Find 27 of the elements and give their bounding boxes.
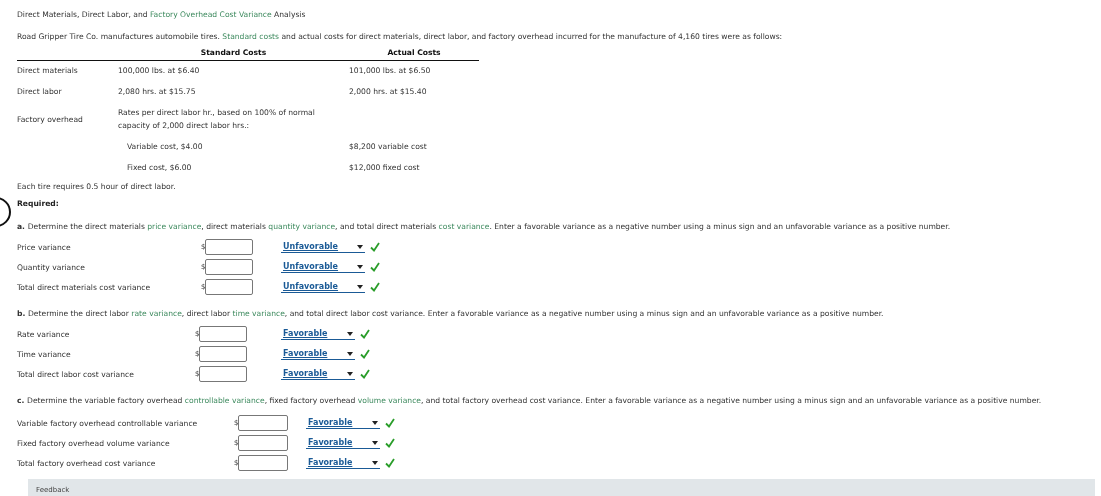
caret-icon	[347, 371, 353, 376]
answer-field[interactable]	[199, 346, 247, 362]
caret-icon	[347, 331, 353, 336]
caret-icon	[372, 440, 378, 445]
caret-icon	[357, 284, 363, 289]
caret-icon	[372, 420, 378, 425]
answer-field[interactable]	[205, 279, 253, 295]
variance-dropdown[interactable]: Favorable	[281, 348, 355, 360]
variance-dropdown[interactable]: Favorable	[306, 437, 380, 449]
answer-field[interactable]	[238, 455, 288, 471]
variance-dropdown[interactable]: Unfavorable	[281, 281, 365, 293]
variance-dropdown[interactable]: Unfavorable	[281, 261, 365, 273]
answer-field[interactable]	[205, 239, 253, 255]
variance-dropdown[interactable]: Favorable	[281, 328, 355, 340]
caret-icon	[347, 351, 353, 356]
variance-dropdown[interactable]: Favorable	[306, 417, 380, 429]
answer-field[interactable]	[199, 326, 247, 342]
caret-icon	[372, 460, 378, 465]
variance-dropdown[interactable]: Unfavorable	[281, 241, 365, 253]
caret-icon	[357, 244, 363, 249]
answer-field[interactable]	[205, 259, 253, 275]
caret-icon	[357, 264, 363, 269]
variance-dropdown[interactable]: Favorable	[281, 368, 355, 380]
answer-field[interactable]	[199, 366, 247, 382]
variance-dropdown[interactable]: Favorable	[306, 457, 380, 469]
answer-field[interactable]	[238, 435, 288, 451]
answer-field[interactable]	[238, 415, 288, 431]
